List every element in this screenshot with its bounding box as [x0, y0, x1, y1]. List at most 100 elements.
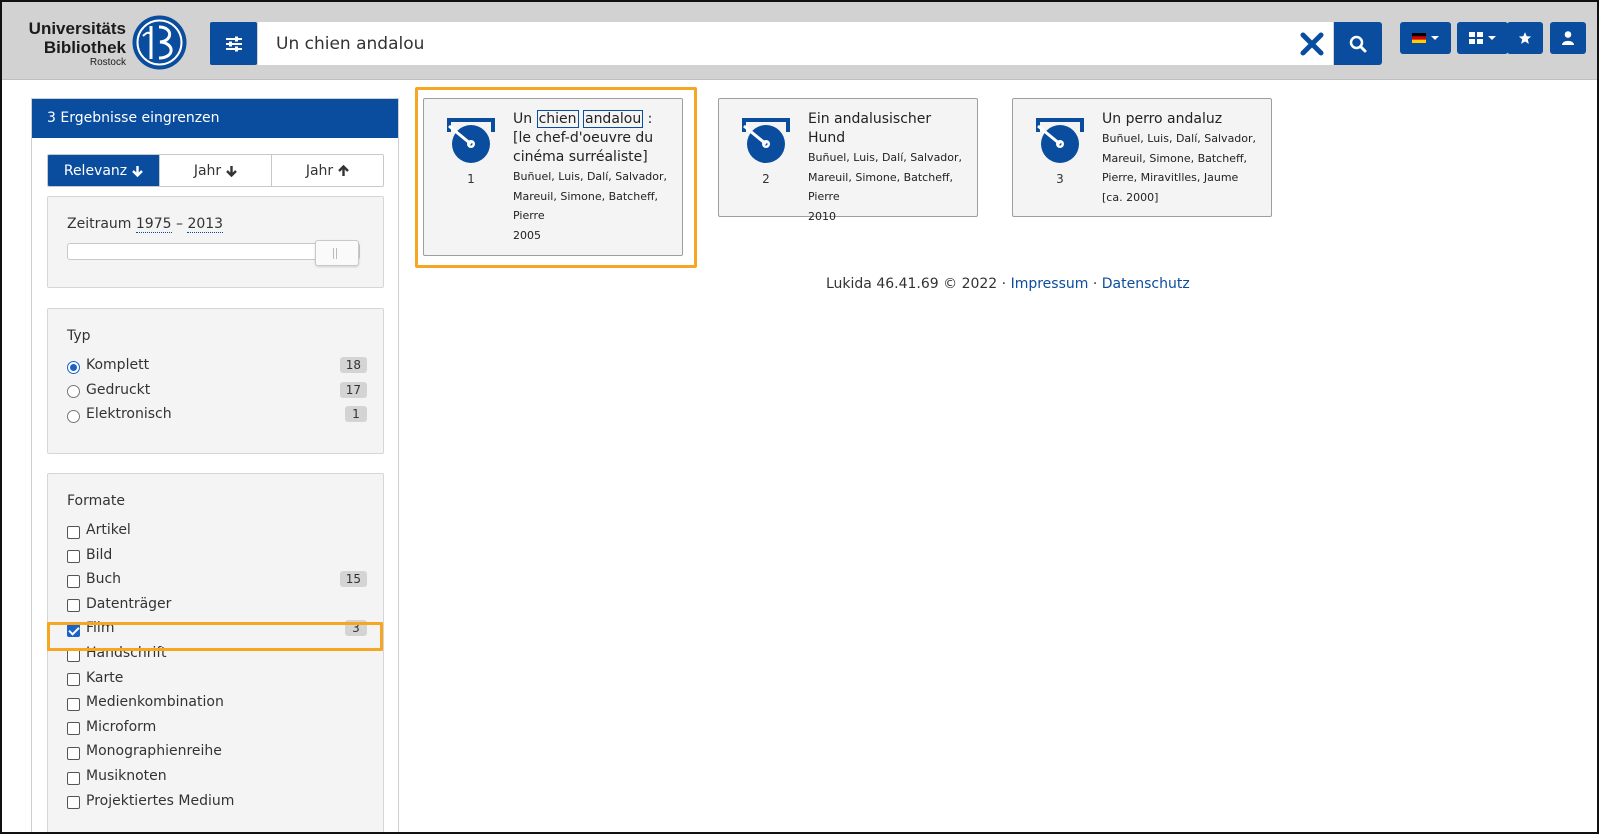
formate-title: Formate — [67, 493, 125, 509]
checkbox[interactable] — [67, 599, 80, 613]
format-option-11[interactable]: Projektiertes Medium — [67, 790, 367, 812]
typ-title: Typ — [67, 328, 91, 344]
checkbox[interactable] — [67, 796, 80, 810]
radio-button[interactable] — [67, 360, 80, 374]
checkbox[interactable] — [67, 722, 80, 736]
sort-jahr-desc-label: Jahr — [193, 162, 222, 179]
language-dropdown[interactable] — [1400, 22, 1451, 54]
film-reel-icon — [1036, 118, 1084, 163]
format-option-label: Projektiertes Medium — [86, 792, 235, 809]
favorites-button[interactable] — [1507, 22, 1543, 54]
search-icon — [1349, 35, 1367, 52]
typ-option-label: Elektronisch — [86, 406, 172, 422]
clear-search-button[interactable] — [1296, 28, 1328, 60]
app-frame: Universitäts Bibliothek Rostock Un chien… — [0, 0, 1599, 834]
film-reel-icon — [742, 118, 790, 163]
result-authors: Buñuel, Luis, Dalí, Salvador, Mareuil, S… — [1102, 132, 1257, 184]
german-flag-icon — [1412, 33, 1426, 43]
result-card-1[interactable]: 1 Un chien andalou : [le chef-d'oeuvre d… — [423, 98, 683, 256]
count-badge: 17 — [339, 381, 367, 398]
sort-jahr-desc-button[interactable]: Jahr — [159, 155, 271, 186]
result-card-2[interactable]: 2 Ein andalusischer Hund Buñuel, Luis, D… — [718, 98, 978, 223]
checkbox[interactable] — [67, 697, 80, 711]
arrow-down-icon — [132, 165, 144, 177]
filter-settings-button[interactable] — [210, 22, 257, 65]
result-year: [ca. 2000] — [1102, 190, 1159, 204]
checkbox[interactable] — [67, 746, 80, 760]
page-footer: Lukida 46.41.69 © 2022 · Impressum · Dat… — [826, 276, 1190, 292]
format-option-label: Musiknoten — [86, 768, 167, 784]
checkbox[interactable] — [67, 771, 80, 785]
typ-option-1[interactable]: Gedruckt 17 — [67, 379, 367, 401]
format-option-2[interactable]: Buch 15 — [67, 568, 367, 590]
typ-option-2[interactable]: Elektronisch 1 — [67, 403, 367, 425]
format-option-9[interactable]: Monographienreihe — [67, 740, 367, 762]
datenschutz-link[interactable]: Datenschutz — [1102, 276, 1190, 292]
logo-line-3: Rostock — [89, 57, 126, 68]
zeitraum-box: Zeitraum 1975 – 2013 — [47, 196, 384, 288]
checkbox[interactable] — [67, 525, 80, 539]
result-card-3[interactable]: 3 Un perro andaluz Buñuel, Luis, Dalí, S… — [1012, 98, 1272, 217]
result-number: 3 — [1056, 172, 1064, 186]
search-button[interactable] — [1334, 22, 1382, 65]
format-option-0[interactable]: Artikel — [67, 519, 367, 541]
format-option-label: Microform — [86, 718, 157, 735]
view-layout-dropdown[interactable] — [1457, 22, 1508, 54]
checkbox[interactable] — [67, 574, 80, 588]
footer-version: Lukida 46.41.69 © 2022 — [826, 276, 998, 292]
impressum-link[interactable]: Impressum — [1011, 276, 1089, 292]
count-badge: 18 — [339, 357, 367, 373]
result-title: Ein andalusischer Hund — [808, 111, 932, 146]
filter-header: 3 Ergebnisse eingrenzen — [32, 99, 398, 138]
format-option-label: Datenträger — [86, 595, 172, 612]
format-option-label: Buch — [86, 571, 122, 588]
range-to[interactable]: 2013 — [187, 216, 224, 233]
format-option-6[interactable]: Karte — [67, 667, 367, 689]
close-icon — [1300, 32, 1324, 56]
sort-jahr-asc-button[interactable]: Jahr — [271, 155, 383, 186]
result-number: 1 — [467, 172, 475, 186]
format-option-label: Karte — [86, 669, 124, 686]
format-option-8[interactable]: Microform — [67, 716, 367, 738]
formate-box: Formate Artikel Bild Buch 15 Datenträger Film… — [47, 473, 384, 832]
format-option-label: Monographienreihe — [86, 743, 222, 760]
sort-relevanz-label: Relevanz — [63, 162, 128, 179]
zeitraum-label: Zeitraum 1975 – 2013 — [67, 216, 224, 233]
result-text: Un perro andaluz Buñuel, Luis, Dalí, Sal… — [1102, 110, 1262, 207]
slider-handle[interactable] — [315, 240, 359, 266]
chevron-down-icon — [1431, 36, 1439, 40]
typ-box: Typ Komplett 18 Gedruckt 17 Elektronisch 1 — [47, 308, 384, 454]
arrow-down-icon — [226, 165, 238, 177]
grid-icon — [1469, 32, 1483, 44]
typ-option-label: Gedruckt — [86, 381, 151, 398]
result-authors: Buñuel, Luis, Dalí, Salvador, Mareuil, S… — [513, 170, 668, 222]
top-header: Universitäts Bibliothek Rostock — [2, 2, 1597, 80]
radio-button[interactable] — [67, 385, 80, 398]
search-input[interactable] — [258, 22, 1333, 65]
format-option-1[interactable]: Bild — [67, 544, 367, 566]
film-reel-icon — [447, 118, 495, 163]
library-logo[interactable]: Universitäts Bibliothek Rostock — [18, 14, 193, 72]
logo-line-2: Bibliothek — [43, 38, 126, 57]
sort-button-group: Relevanz Jahr Jahr — [47, 154, 384, 187]
result-text: Un chien andalou : [le chef-d'oeuvre du … — [513, 110, 673, 245]
result-year: 2010 — [808, 209, 836, 223]
checkbox[interactable] — [67, 550, 80, 564]
format-option-7[interactable]: Medienkombination — [67, 691, 367, 713]
sort-relevanz-button[interactable]: Relevanz — [48, 155, 159, 186]
chevron-down-icon — [1488, 36, 1496, 40]
range-from[interactable]: 1975 — [135, 216, 172, 233]
arrow-up-icon — [338, 164, 350, 176]
sliders-icon — [225, 36, 242, 51]
checkbox[interactable] — [67, 673, 80, 687]
count-badge: 1 — [345, 406, 367, 422]
result-text: Ein andalusischer Hund Buñuel, Luis, Dal… — [808, 110, 968, 226]
library-seal-icon — [132, 15, 187, 70]
radio-button[interactable] — [67, 409, 80, 423]
typ-option-0[interactable]: Komplett 18 — [67, 354, 367, 376]
format-option-3[interactable]: Datenträger — [67, 593, 367, 615]
format-option-10[interactable]: Musiknoten — [67, 765, 367, 787]
user-account-button[interactable] — [1550, 22, 1586, 54]
result-title: Un perro andaluz — [1102, 111, 1223, 127]
logo-text: Universitäts Bibliothek Rostock — [18, 19, 126, 69]
